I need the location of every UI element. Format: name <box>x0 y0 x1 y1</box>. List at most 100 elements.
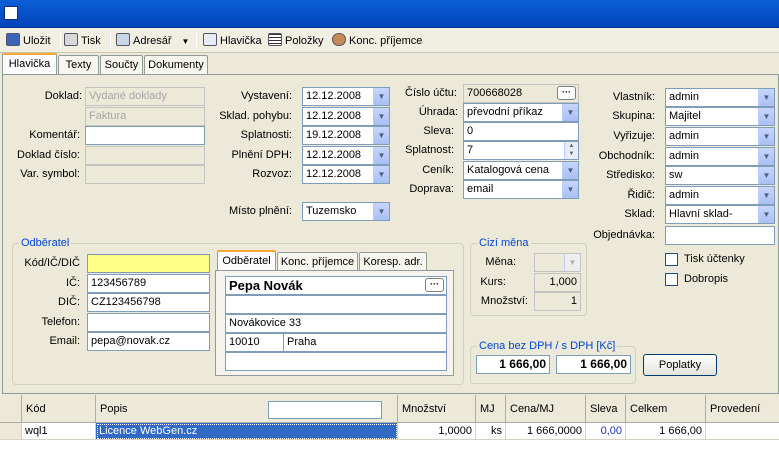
country-field[interactable] <box>225 352 447 371</box>
spinner-arrows-icon[interactable]: ▲ ▼ <box>564 142 578 159</box>
chevron-down-icon[interactable]: ▼ <box>373 127 389 144</box>
chevron-down-icon[interactable]: ▼ <box>182 37 190 46</box>
komentar-input[interactable] <box>85 126 205 145</box>
address-line-field[interactable] <box>225 295 447 314</box>
cislo-uctu-label: Číslo účtu: <box>405 87 457 99</box>
tab-texty[interactable]: Texty <box>58 55 99 75</box>
toolbar-separator <box>196 32 197 49</box>
items-button[interactable]: Položky <box>268 33 324 49</box>
doprava-select[interactable]: email ▼ <box>463 180 579 199</box>
ridic-select[interactable]: admin ▼ <box>665 186 775 205</box>
more-icon[interactable]: ··· <box>425 278 444 292</box>
tab-hlavicka[interactable]: Hlavička <box>2 53 57 75</box>
cell-mj[interactable]: ks <box>476 423 506 440</box>
uhrada-select[interactable]: převodní příkaz ▼ <box>463 103 579 122</box>
kod-ic-dic-input[interactable] <box>87 254 210 273</box>
dic-input[interactable]: CZ123456798 <box>87 293 210 312</box>
column-header-mnozstvi[interactable]: Množství <box>398 395 476 423</box>
doprava-label: Doprava: <box>409 183 454 195</box>
print-button[interactable]: Tisk <box>64 33 101 49</box>
tisk-uctenky-checkbox[interactable] <box>665 253 678 266</box>
skupina-select[interactable]: Majitel ▼ <box>665 107 775 126</box>
chevron-down-icon[interactable]: ▼ <box>758 148 774 165</box>
column-header-mj[interactable]: MJ <box>476 395 506 423</box>
cell-celkem[interactable]: 1 666,00 <box>626 423 706 440</box>
tab-soucty[interactable]: Součty <box>100 55 143 75</box>
stredisko-select[interactable]: sw ▼ <box>665 166 775 185</box>
plneni-dph-date-picker[interactable]: 12.12.2008 ▼ <box>302 146 390 165</box>
objednavka-label: Objednávka: <box>593 229 655 241</box>
column-header-provedeni[interactable]: Provedení <box>706 395 779 423</box>
poplatky-button[interactable]: Poplatky <box>643 354 717 376</box>
column-header-popis[interactable]: Popis <box>96 395 398 423</box>
chevron-down-icon[interactable]: ▼ <box>373 166 389 183</box>
header-button[interactable]: Hlavička <box>203 33 262 49</box>
ic-input[interactable]: 123456789 <box>87 274 210 293</box>
sklad-select[interactable]: Hlavní sklad- ▼ <box>665 205 775 224</box>
splatnosti-date-picker[interactable]: 19.12.2008 ▼ <box>302 126 390 145</box>
chevron-down-icon[interactable]: ▼ <box>373 203 389 220</box>
telefon-input[interactable] <box>87 313 210 332</box>
chevron-down-icon[interactable]: ▼ <box>758 108 774 125</box>
tab-dokumenty[interactable]: Dokumenty <box>144 55 208 75</box>
chevron-down-icon[interactable]: ▼ <box>562 104 578 121</box>
kod-ic-dic-label: Kód/IČ/DIČ <box>24 257 80 269</box>
cenik-select[interactable]: Katalogová cena ▼ <box>463 161 579 180</box>
cell-mnozstvi[interactable]: 1,0000 <box>398 423 476 440</box>
save-button[interactable]: Uložit <box>6 33 51 49</box>
chevron-down-icon[interactable]: ▼ <box>758 206 774 223</box>
vyrizuje-select[interactable]: admin ▼ <box>665 127 775 146</box>
column-header-cena-mj[interactable]: Cena/MJ <box>506 395 586 423</box>
sklad-pohybu-date-picker[interactable]: 12.12.2008 ▼ <box>302 107 390 126</box>
vlastnik-select[interactable]: admin ▼ <box>665 88 775 107</box>
subtab-koresp-adr[interactable]: Koresp. adr. <box>359 252 427 272</box>
chevron-down-icon[interactable]: ▼ <box>373 108 389 125</box>
chevron-down-icon[interactable]: ▼ <box>758 89 774 106</box>
subtab-odberatel[interactable]: Odběratel <box>217 250 276 272</box>
obchodnik-select[interactable]: admin ▼ <box>665 147 775 166</box>
splatnosti-label: Splatnosti: <box>240 129 292 141</box>
column-header-celkem[interactable]: Celkem <box>626 395 706 423</box>
chevron-down-icon[interactable]: ▼ <box>758 128 774 145</box>
objednavka-input[interactable] <box>665 226 775 245</box>
row-selector[interactable] <box>0 423 22 440</box>
customer-name-field[interactable]: Pepa Novák ··· <box>225 276 447 295</box>
toolbar-separator <box>110 32 111 49</box>
chevron-down-icon[interactable]: ▼ <box>562 181 578 198</box>
sleva-input[interactable]: 0 <box>463 122 579 141</box>
subtab-konc-prijemce[interactable]: Konc. příjemce <box>277 252 358 272</box>
price-with-vat: 1 666,00 <box>556 355 631 374</box>
odberatel-group-title: Odběratel <box>19 237 72 250</box>
misto-plneni-select[interactable]: Tuzemsko ▼ <box>302 202 390 221</box>
street-field[interactable]: Novákovice 33 <box>225 314 447 333</box>
zip-field[interactable]: 10010 <box>225 333 284 352</box>
city-field[interactable]: Praha <box>283 333 447 352</box>
cell-provedeni[interactable] <box>706 423 779 440</box>
end-recipient-button[interactable]: Konc. příjemce <box>332 33 422 49</box>
kurs-field: 1,000 <box>534 273 581 292</box>
save-icon <box>6 33 20 46</box>
chevron-down-icon[interactable]: ▼ <box>758 187 774 204</box>
email-input[interactable]: pepa@novak.cz <box>87 332 210 351</box>
chevron-down-icon[interactable]: ▼ <box>373 88 389 105</box>
doklad-cislo-label: Doklad číslo: <box>17 149 80 161</box>
misto-plneni-label: Místo plnění: <box>229 205 292 217</box>
rozvoz-date-picker[interactable]: 12.12.2008 ▼ <box>302 165 390 184</box>
addressbook-button[interactable]: Adresář ▼ <box>116 33 189 49</box>
vystaveni-date-picker[interactable]: 12.12.2008 ▼ <box>302 87 390 106</box>
chevron-down-icon[interactable]: ▼ <box>758 167 774 184</box>
mena-label: Měna: <box>485 256 516 268</box>
cell-cena-mj[interactable]: 1 666,0000 <box>506 423 586 440</box>
cell-kod[interactable]: wql1 <box>22 423 96 440</box>
column-header-kod[interactable]: Kód <box>22 395 96 423</box>
chevron-down-icon[interactable]: ▼ <box>373 147 389 164</box>
vystaveni-label: Vystavení: <box>241 90 292 102</box>
dobropis-checkbox[interactable] <box>665 273 678 286</box>
chevron-down-icon[interactable]: ▼ <box>562 162 578 179</box>
more-icon[interactable]: ··· <box>557 86 576 100</box>
cell-sleva[interactable]: 0,00 <box>586 423 626 440</box>
column-filter-input[interactable] <box>268 401 382 419</box>
cell-popis[interactable]: Licence WebGen.cz <box>96 423 398 440</box>
column-header-sleva[interactable]: Sleva <box>586 395 626 423</box>
splatnost-stepper[interactable]: 7 ▲ ▼ <box>463 141 579 160</box>
